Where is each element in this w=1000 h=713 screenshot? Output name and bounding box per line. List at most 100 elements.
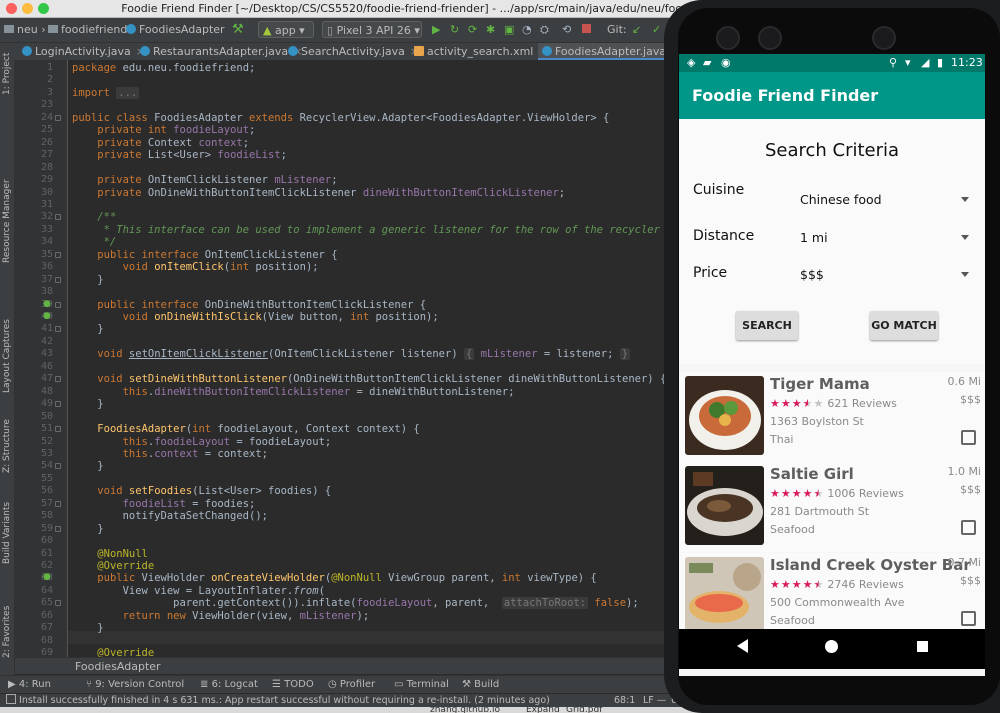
fold-marker-icon[interactable] [55,426,61,433]
git-commit-icon[interactable]: ✓ [652,22,661,38]
code-line[interactable]: public class FoodiesAdapter extends Recy… [72,112,609,124]
minimize-window-button[interactable] [22,3,33,14]
overview-icon[interactable] [917,641,928,652]
line-number-gutter[interactable]: 1 2 3 23 24 25 26 27 28 29 30 31 32 33 34 35 36 37 38 39 40 4… [15,60,68,658]
fold-marker-icon[interactable] [55,500,61,507]
tab-loginactivity[interactable]: LoginActivity.java× [18,43,145,60]
restaurant-card[interactable]: Tiger Mama ★★★★★ 621 Reviews 1363 Boylston … [679,372,985,462]
fold-marker-icon[interactable] [55,214,61,221]
tool-terminal[interactable]: ▭ Terminal [394,676,449,694]
apply-changes-icon[interactable]: ↻ [450,22,459,38]
code-line[interactable]: private Context context; [72,137,249,149]
tab-restaurantsadapter[interactable]: RestaurantsAdapter.java× [136,43,302,60]
code-line[interactable]: foodieList = foodies; [72,498,256,510]
tool-profiler[interactable]: ◷ Profiler [328,676,375,694]
sync-icon[interactable]: ⟲ [562,22,571,38]
restaurant-card[interactable]: Saltie Girl ★★★★★ 1006 Reviews 281 Dartmout… [679,462,985,552]
code-line[interactable]: notifyDataSetChanged(); [72,510,268,522]
code-line[interactable]: @Override [72,560,154,572]
select-checkbox[interactable] [961,520,976,535]
fold-marker-icon[interactable] [55,326,61,333]
code-line[interactable]: @Override [72,647,154,657]
code-line[interactable]: package edu.neu.foodiefriend; [72,62,255,74]
dock-item[interactable]: Expand [526,707,560,713]
code-line[interactable]: private OnItemClickListener mListener; [72,174,337,186]
fold-marker-icon[interactable] [55,301,61,308]
code-line[interactable]: } [72,523,103,535]
fold-marker-icon[interactable] [55,463,61,470]
make-project-icon[interactable]: ⚒ [232,22,244,38]
code-line[interactable]: public interface OnItemClickListener { [72,249,337,261]
code-line[interactable]: } [72,398,103,410]
breadcrumb-foodiefriend[interactable]: foodiefriend › [48,22,135,38]
code-line[interactable]: * This interface can be used to implemen… [72,224,680,236]
code-line[interactable]: void setFoodies(List<User> foodies) { [72,485,331,497]
select-checkbox[interactable] [961,611,976,626]
select-checkbox[interactable] [961,430,976,445]
close-window-button[interactable] [6,3,17,14]
status-message[interactable]: Install successfully finished in 4 s 631… [6,694,550,707]
home-icon[interactable] [825,640,838,653]
caret-position[interactable]: 68:1 [614,694,635,707]
dock-item[interactable]: Grid.pdf [566,707,602,713]
fold-marker-icon[interactable] [55,276,61,283]
stop-icon[interactable] [582,22,591,38]
tab-foodiesadapter[interactable]: FoodiesAdapter.java× [538,43,680,60]
debug-icon[interactable]: ✱ [486,22,495,38]
fold-marker-icon[interactable] [55,114,61,121]
fold-marker-icon[interactable] [55,251,61,258]
tool-logcat[interactable]: ≣ 6: Logcat [200,676,258,694]
code-line[interactable]: @NonNull [72,548,148,560]
coverage-icon[interactable]: ▣ [504,22,514,38]
code-line[interactable]: private int foodieLayout; [72,124,255,136]
breadcrumb-neu[interactable]: neu › [4,22,46,38]
code-line[interactable]: } [72,323,103,335]
profile-icon[interactable]: ◔ [522,22,532,38]
fold-marker-icon[interactable] [55,401,61,408]
code-line[interactable]: } [72,460,103,472]
breadcrumb-foodiesadapter[interactable]: FoodiesAdapter [126,22,225,38]
fold-marker-icon[interactable] [55,376,61,383]
dock-item[interactable]: zhang.github.io [430,707,500,713]
code-line[interactable]: parent.getContext()).inflate(foodieLayou… [72,597,639,610]
implementation-marker-icon[interactable]: ● [43,299,51,309]
code-line[interactable]: private List<User> foodieList; [72,149,287,161]
tool-run[interactable]: ▶ 4: Run [8,676,51,694]
module-selector[interactable]: ▲ app ▾ [258,21,314,38]
go-match-button[interactable]: GO MATCH [870,311,938,340]
search-button[interactable]: SEARCH [736,311,798,340]
fold-marker-icon[interactable] [55,525,61,532]
code-line[interactable]: void onDineWithIsClick(View button, int … [72,311,439,323]
apply-code-changes-icon[interactable]: ⟳ [468,22,477,38]
code-line[interactable]: } [72,274,103,286]
code-line[interactable]: this.foodieLayout = foodieLayout; [72,436,332,448]
code-line[interactable]: void setDineWithButtonListener(OnDineWit… [72,373,666,385]
code-line[interactable]: return new ViewHolder(view, mListener); [72,610,370,622]
code-editor[interactable]: package edu.neu.foodiefriend; import ... p… [68,60,680,657]
tool-build[interactable]: ⚒ Build [462,676,499,694]
tool-version-control[interactable]: ⑂ 9: Version Control [86,676,184,694]
run-icon[interactable]: ▶ [432,22,440,38]
code-line[interactable]: public interface OnDineWithButtonItemCli… [72,299,426,311]
code-line[interactable]: } [72,622,103,634]
code-line[interactable]: /** [72,211,116,223]
device-selector[interactable]: ▯ Pixel 3 API 26 ▾ [322,21,422,38]
code-line[interactable]: import ... [72,86,140,99]
line-ending[interactable]: LF — [643,694,666,707]
tool-todo[interactable]: ☰ TODO [272,676,314,694]
fold-marker-icon[interactable] [55,600,61,607]
code-line[interactable]: */ [72,236,117,248]
code-line[interactable]: public ViewHolder onCreateViewHolder(@No… [72,572,596,584]
code-breadcrumb[interactable]: FoodiesAdapter [15,657,680,674]
implementation-marker-icon[interactable]: ● [43,572,51,582]
zoom-window-button[interactable] [38,3,49,14]
attach-debugger-icon[interactable]: ⛭ [540,22,549,38]
code-line[interactable]: this.context = context; [72,448,268,460]
implementation-marker-icon[interactable]: ● [43,311,51,321]
git-update-icon[interactable]: ↙ [632,22,641,38]
code-line[interactable]: private OnDineWithButtonItemClickListene… [72,187,565,199]
code-line[interactable]: void onItemClick(int position); [72,261,319,273]
code-line[interactable]: FoodiesAdapter(int foodieLayout, Context… [72,423,419,435]
code-line[interactable]: this.dineWithButtonItemClickListener = d… [72,386,515,398]
back-icon[interactable] [737,639,748,653]
